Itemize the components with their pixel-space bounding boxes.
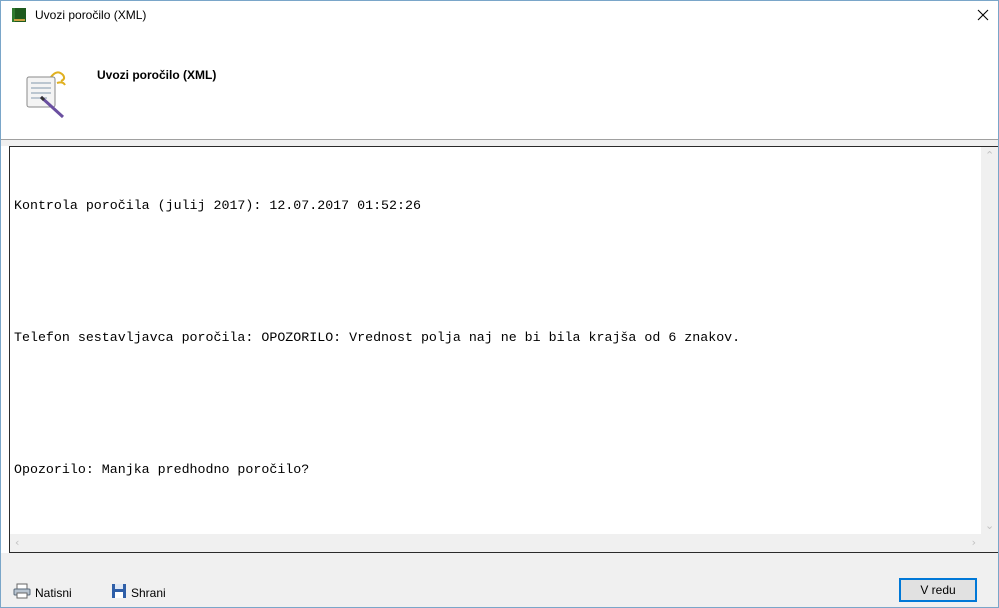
window-title: Uvozi poročilo (XML) (35, 8, 147, 22)
close-icon (977, 9, 989, 24)
report-text-area[interactable]: Kontrola poročila (julij 2017): 12.07.20… (9, 146, 998, 553)
dialog-header: Uvozi poročilo (XML) (1, 31, 998, 140)
horizontal-scrollbar[interactable]: ‹ › (10, 534, 981, 552)
scroll-right-icon[interactable]: › (972, 536, 976, 549)
print-label: Natisni (35, 585, 72, 600)
scroll-up-icon[interactable]: ⌃ (985, 149, 994, 162)
scroll-corner (981, 534, 998, 552)
report-line (14, 393, 980, 415)
save-button[interactable]: Shrani (111, 583, 166, 602)
save-icon (111, 583, 131, 602)
report-scroll-icon (21, 67, 73, 119)
report-line: Telefon sestavljavca poročila: OPOZORILO… (14, 330, 741, 345)
report-line: Opozorilo: Manjka predhodno poročilo? (14, 462, 310, 477)
print-button[interactable]: Natisni (13, 583, 72, 602)
scroll-left-icon[interactable]: ‹ (15, 536, 19, 549)
header-title: Uvozi poročilo (XML) (97, 68, 217, 82)
book-icon (11, 7, 27, 23)
printer-icon (13, 583, 35, 602)
report-line (14, 261, 980, 283)
close-button[interactable] (968, 1, 998, 31)
save-label: Shrani (131, 585, 166, 600)
report-line: Kontrola poročila (julij 2017): 12.07.20… (14, 198, 421, 213)
report-lines: Kontrola poročila (julij 2017): 12.07.20… (14, 151, 980, 525)
vertical-scrollbar[interactable]: ⌃ ⌄ (981, 147, 998, 534)
scroll-down-icon[interactable]: ⌄ (985, 519, 994, 532)
dialog-footer: Natisni Shrani V redu (1, 553, 998, 607)
title-bar[interactable]: Uvozi poročilo (XML) (1, 1, 998, 31)
dialog-window: Uvozi poročilo (XML) Uvozi poročilo (XML… (0, 0, 999, 608)
ok-button[interactable]: V redu (899, 578, 977, 602)
